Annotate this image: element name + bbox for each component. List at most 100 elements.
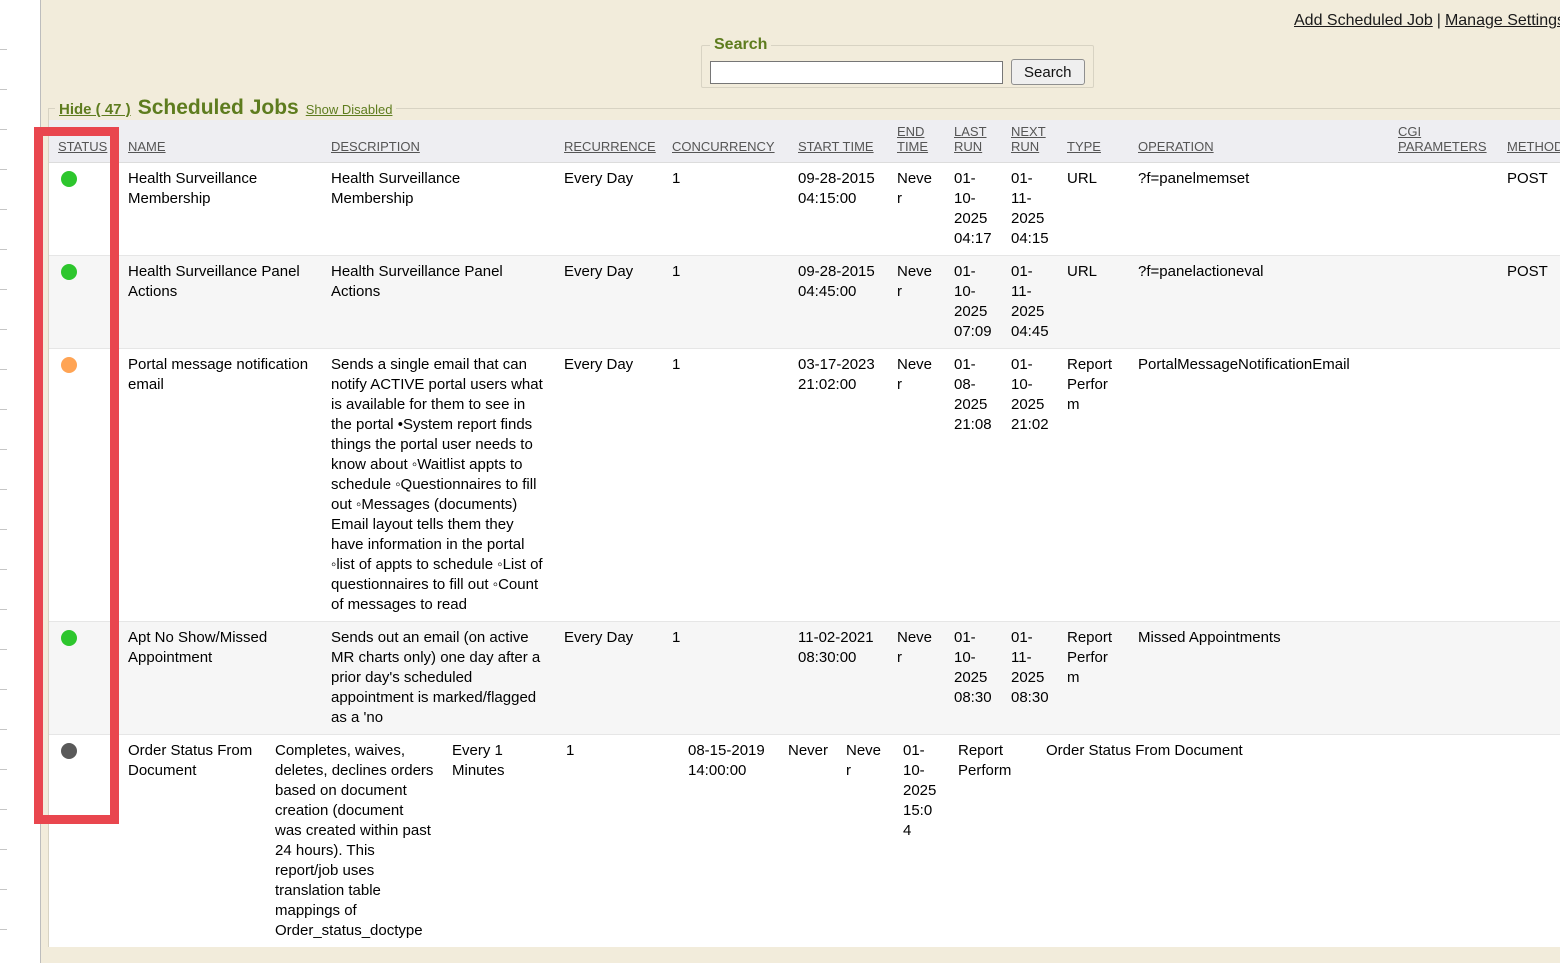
cell-cgi-parameters bbox=[1389, 256, 1498, 349]
cell-type: URL bbox=[1058, 256, 1129, 349]
page-title: Scheduled Jobs bbox=[138, 96, 299, 120]
cell-concurrency: 1 bbox=[663, 622, 789, 735]
cell-type: Report Perform bbox=[949, 735, 1037, 948]
column-header-concurrency[interactable]: CONCURRENCY bbox=[663, 120, 789, 163]
cell-operation: Order Status From Document bbox=[1037, 735, 1560, 948]
cell-concurrency: 1 bbox=[663, 256, 789, 349]
cell-start-time: 09-28-2015 04:45:00 bbox=[789, 256, 888, 349]
cell-recurrence: Every Day bbox=[555, 163, 663, 256]
cell-last-run: Never bbox=[837, 735, 894, 948]
cell-recurrence: Every 1 Minutes bbox=[443, 735, 557, 948]
column-header-recurrence[interactable]: RECURRENCE bbox=[555, 120, 663, 163]
cell-status bbox=[49, 163, 119, 256]
top-right-links: Add Scheduled Job|Manage Settings bbox=[1294, 12, 1560, 30]
status-dot-gray bbox=[61, 743, 77, 759]
column-header-end-time[interactable]: END TIME bbox=[888, 120, 945, 163]
cell-recurrence: Every Day bbox=[555, 256, 663, 349]
page-content: Add Scheduled Job|Manage Settings Search… bbox=[40, 0, 1560, 963]
column-header-next-run[interactable]: NEXT RUN bbox=[1002, 120, 1058, 163]
status-dot-green bbox=[61, 171, 77, 187]
cell-last-run: 01-08-2025 21:08 bbox=[945, 349, 1002, 622]
cell-description: Sends out an email (on active MR charts … bbox=[322, 622, 555, 735]
cell-status bbox=[49, 349, 119, 622]
cell-last-run: 01-10-2025 04:17 bbox=[945, 163, 1002, 256]
link-separator: | bbox=[1433, 12, 1445, 29]
cell-end-time: Never bbox=[888, 622, 945, 735]
cell-name: Apt No Show/Missed Appointment bbox=[119, 622, 322, 735]
cell-type: URL bbox=[1058, 163, 1129, 256]
cell-name: Health Surveillance Membership bbox=[119, 163, 322, 256]
cell-recurrence: Every Day bbox=[555, 622, 663, 735]
add-scheduled-job-link[interactable]: Add Scheduled Job bbox=[1294, 12, 1433, 29]
table-header-row: STATUS NAME DESCRIPTION RECURRENCE CONCU… bbox=[49, 120, 1560, 163]
status-dot-green bbox=[61, 630, 77, 646]
cell-end-time: Never bbox=[888, 256, 945, 349]
column-header-description[interactable]: DESCRIPTION bbox=[322, 120, 555, 163]
column-header-method[interactable]: METHOD bbox=[1498, 120, 1560, 163]
cell-end-time: Never bbox=[888, 349, 945, 622]
column-header-last-run[interactable]: LAST RUN bbox=[945, 120, 1002, 163]
column-header-cgi-parameters[interactable]: CGI PARAMETERS bbox=[1389, 120, 1498, 163]
cell-concurrency: 1 bbox=[663, 349, 789, 622]
search-panel: Search Search bbox=[701, 36, 1094, 88]
search-input[interactable] bbox=[710, 61, 1003, 84]
cell-name: Health Surveillance Panel Actions bbox=[119, 256, 322, 349]
cell-status bbox=[49, 735, 119, 948]
cell-start-time: 03-17-2023 21:02:00 bbox=[789, 349, 888, 622]
cell-method: POST bbox=[1498, 256, 1560, 349]
cell-end-time: Never bbox=[779, 735, 837, 948]
cell-method: POST bbox=[1498, 163, 1560, 256]
left-gutter bbox=[0, 0, 40, 963]
job-row: Order Status From DocumentCompletes, wai… bbox=[49, 735, 1560, 948]
gutter-tick-marks bbox=[0, 10, 7, 953]
search-button[interactable]: Search bbox=[1011, 59, 1085, 85]
job-row: Health Surveillance Panel ActionsHealth … bbox=[49, 256, 1560, 349]
cell-status bbox=[49, 622, 119, 735]
cell-start-time: 09-28-2015 04:15:00 bbox=[789, 163, 888, 256]
cell-name: Portal message notification email bbox=[119, 349, 322, 622]
cell-method bbox=[1498, 622, 1560, 735]
cell-next-run: 01-11-2025 04:45 bbox=[1002, 256, 1058, 349]
scheduled-jobs-legend: Hide ( 47 ) Scheduled Jobs Show Disabled bbox=[55, 96, 396, 120]
cell-description: Health Surveillance Panel Actions bbox=[322, 256, 555, 349]
job-row: Portal message notification emailSends a… bbox=[49, 349, 1560, 622]
column-header-status[interactable]: STATUS bbox=[49, 120, 119, 163]
cell-operation: Missed Appointments bbox=[1129, 622, 1389, 735]
scheduled-jobs-table: STATUS NAME DESCRIPTION RECURRENCE CONCU… bbox=[49, 120, 1560, 734]
cell-last-run: 01-10-2025 08:30 bbox=[945, 622, 1002, 735]
scheduled-jobs-panel: Hide ( 47 ) Scheduled Jobs Show Disabled… bbox=[48, 96, 1560, 947]
cell-operation: ?f=panelactioneval bbox=[1129, 256, 1389, 349]
cell-description: Completes, waives, deletes, declines ord… bbox=[266, 735, 443, 948]
cell-type: Report Perform bbox=[1058, 349, 1129, 622]
cell-type: Report Perform bbox=[1058, 622, 1129, 735]
job-row: Apt No Show/Missed AppointmentSends out … bbox=[49, 622, 1560, 735]
cell-start-time: 11-02-2021 08:30:00 bbox=[789, 622, 888, 735]
cell-description: Health Surveillance Membership bbox=[322, 163, 555, 256]
cell-recurrence: Every Day bbox=[555, 349, 663, 622]
search-legend: Search bbox=[710, 36, 771, 54]
cell-name: Order Status From Document bbox=[119, 735, 266, 948]
cell-concurrency: 1 bbox=[557, 735, 679, 948]
cell-next-run: 01-10-2025 21:02 bbox=[1002, 349, 1058, 622]
show-disabled-link[interactable]: Show Disabled bbox=[306, 102, 393, 117]
hide-count-link[interactable]: Hide ( 47 ) bbox=[59, 101, 131, 118]
status-dot-green bbox=[61, 264, 77, 280]
cell-concurrency: 1 bbox=[663, 163, 789, 256]
cell-next-run: 01-11-2025 04:15 bbox=[1002, 163, 1058, 256]
cell-next-run: 01-11-2025 08:30 bbox=[1002, 622, 1058, 735]
column-header-type[interactable]: TYPE bbox=[1058, 120, 1129, 163]
column-header-start-time[interactable]: START TIME bbox=[789, 120, 888, 163]
column-header-name[interactable]: NAME bbox=[119, 120, 322, 163]
cell-cgi-parameters bbox=[1389, 163, 1498, 256]
cell-operation: ?f=panelmemset bbox=[1129, 163, 1389, 256]
cell-operation: PortalMessageNotificationEmail bbox=[1129, 349, 1389, 622]
status-dot-orange bbox=[61, 357, 77, 373]
cell-method bbox=[1498, 349, 1560, 622]
column-header-operation[interactable]: OPERATION bbox=[1129, 120, 1389, 163]
scheduled-jobs-table-continued: Order Status From DocumentCompletes, wai… bbox=[49, 734, 1560, 947]
cell-start-time: 08-15-2019 14:00:00 bbox=[679, 735, 779, 948]
cell-next-run: 01-10-2025 15:04 bbox=[894, 735, 949, 948]
cell-cgi-parameters bbox=[1389, 349, 1498, 622]
cell-end-time: Never bbox=[888, 163, 945, 256]
manage-settings-link[interactable]: Manage Settings bbox=[1445, 12, 1560, 29]
